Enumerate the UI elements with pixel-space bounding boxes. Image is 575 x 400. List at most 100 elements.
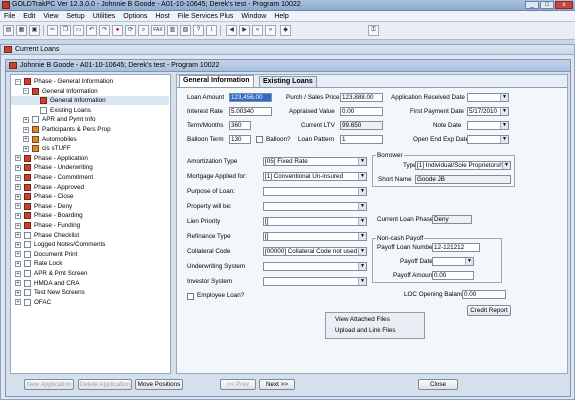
tree-item[interactable]: + Phase - Approved bbox=[11, 183, 169, 192]
interest-rate-input[interactable]: 5.00340 bbox=[229, 107, 272, 116]
refinance-type-select[interactable]: [] ▼ bbox=[263, 232, 367, 241]
expand-icon[interactable]: + bbox=[15, 222, 21, 229]
expand-icon[interactable]: + bbox=[15, 289, 21, 296]
prev-button[interactable]: << Prev bbox=[220, 379, 256, 390]
expand-icon[interactable]: + bbox=[23, 126, 29, 133]
tree-item[interactable]: + APR and Pymt Info bbox=[11, 115, 169, 124]
dropdown-arrow-icon[interactable]: ▼ bbox=[358, 248, 366, 255]
expand-icon[interactable]: + bbox=[15, 232, 21, 239]
next-button[interactable]: Next >> bbox=[259, 379, 295, 390]
menu-window[interactable]: Window bbox=[237, 11, 270, 21]
tree-item[interactable]: − General Information bbox=[11, 87, 169, 96]
dropdown-arrow-icon[interactable]: ▼ bbox=[358, 188, 366, 195]
expand-icon[interactable]: + bbox=[15, 299, 21, 306]
preview-icon[interactable]: ▦ bbox=[16, 25, 27, 36]
redo-icon[interactable]: ↷ bbox=[99, 25, 110, 36]
tree-item[interactable]: General Information bbox=[11, 96, 169, 106]
expand-icon[interactable]: + bbox=[15, 241, 21, 248]
expand-icon[interactable]: + bbox=[15, 174, 21, 181]
stop-icon[interactable]: ● bbox=[112, 25, 123, 36]
lien-priority-select[interactable]: [] ▼ bbox=[263, 217, 367, 226]
tree-item[interactable]: + Automobiles bbox=[11, 135, 169, 144]
tree-item[interactable]: + Document Print bbox=[11, 250, 169, 259]
dropdown-arrow-icon[interactable]: ▼ bbox=[358, 233, 366, 240]
copy-icon[interactable]: ❐ bbox=[60, 25, 71, 36]
menu-edit[interactable]: Edit bbox=[19, 11, 39, 21]
key-icon[interactable]: ⚿ bbox=[368, 25, 379, 36]
expand-icon[interactable]: + bbox=[15, 155, 21, 162]
dropdown-arrow-icon[interactable]: ▼ bbox=[358, 173, 366, 180]
expand-icon[interactable]: + bbox=[15, 193, 21, 200]
close-button[interactable]: Close bbox=[418, 379, 458, 390]
back-arrow-icon[interactable]: ◀ bbox=[226, 25, 237, 36]
note-date-picker[interactable]: ▼ bbox=[467, 121, 509, 130]
menu-host[interactable]: Host bbox=[151, 11, 173, 21]
refresh-icon[interactable]: ⟳ bbox=[125, 25, 136, 36]
loan-amount-input[interactable]: 123,456.00 bbox=[229, 93, 272, 102]
tree-item[interactable]: + Test New Screens bbox=[11, 288, 169, 297]
maximize-button[interactable]: □ bbox=[540, 1, 554, 9]
tree-item[interactable]: + Phase - Boarding bbox=[11, 211, 169, 220]
loan-pattern-input[interactable]: 1 bbox=[340, 135, 383, 144]
menu-view[interactable]: View bbox=[39, 11, 62, 21]
mortgage-applied-for-select[interactable]: [1] Conventional Un-insured ▼ bbox=[263, 172, 367, 181]
amortization-type-select[interactable]: [05] Fixed Rate ▼ bbox=[263, 157, 367, 166]
menu-options[interactable]: Options bbox=[119, 11, 151, 21]
tree-item[interactable]: − Phase - General Information bbox=[11, 77, 169, 86]
upload-and-link-files-item[interactable]: Upload and Link Files bbox=[335, 327, 396, 335]
dropdown-arrow-icon[interactable]: ▼ bbox=[500, 122, 508, 129]
expand-icon[interactable]: + bbox=[15, 280, 21, 287]
expand-icon[interactable]: + bbox=[15, 184, 21, 191]
fax-icon[interactable]: FAX bbox=[151, 25, 165, 36]
tree-item[interactable]: + HMDA and CRA bbox=[11, 279, 169, 288]
app-received-date-picker[interactable]: ▼ bbox=[467, 93, 509, 102]
underwriting-system-select[interactable]: ▼ bbox=[263, 262, 367, 271]
purch-sales-price-input[interactable]: 123,888.00 bbox=[340, 93, 383, 102]
tree-item[interactable]: + Rate Lock bbox=[11, 259, 169, 268]
payoff-loan-number-input[interactable]: 12-121212 bbox=[432, 243, 480, 252]
info-icon[interactable]: i bbox=[206, 25, 217, 36]
menu-setup[interactable]: Setup bbox=[62, 11, 88, 21]
payoff-amount-input[interactable]: 0.00 bbox=[432, 271, 474, 280]
tree-item[interactable]: + Participants & Pers Prop bbox=[11, 125, 169, 134]
tree-item[interactable]: + Phase - Commitment bbox=[11, 173, 169, 182]
collapse-icon[interactable]: − bbox=[23, 88, 29, 95]
tag-icon[interactable]: ◆ bbox=[280, 25, 291, 36]
tree-item[interactable]: + Phase - Close bbox=[11, 192, 169, 201]
balloon-checkbox[interactable] bbox=[256, 136, 263, 143]
term-months-input[interactable]: 360 bbox=[229, 121, 251, 130]
menu-help[interactable]: Help bbox=[270, 11, 292, 21]
cut-icon[interactable]: ✂ bbox=[47, 25, 58, 36]
tree-item[interactable]: + Phase - Deny bbox=[11, 202, 169, 211]
expand-icon[interactable]: + bbox=[23, 136, 29, 143]
expand-icon[interactable]: + bbox=[15, 164, 21, 171]
tree-item[interactable]: + Phase - Application bbox=[11, 154, 169, 163]
dropdown-arrow-icon[interactable]: ▼ bbox=[500, 136, 508, 143]
help-icon[interactable]: ? bbox=[193, 25, 204, 36]
tree-item[interactable]: Existing Loans bbox=[11, 106, 169, 115]
minimize-button[interactable]: _ bbox=[525, 1, 539, 9]
new-application-button[interactable]: New Application bbox=[24, 379, 74, 390]
calendar-icon[interactable]: ▥ bbox=[167, 25, 178, 36]
forward-arrow-icon[interactable]: ▶ bbox=[239, 25, 250, 36]
expand-icon[interactable]: + bbox=[15, 270, 21, 277]
tree-item[interactable]: + OFAC bbox=[11, 298, 169, 307]
search-icon[interactable]: ⌕ bbox=[138, 25, 149, 36]
employee-loan-checkbox[interactable] bbox=[187, 293, 194, 300]
double-back-icon[interactable]: « bbox=[252, 25, 263, 36]
print-icon[interactable]: ▤ bbox=[3, 25, 14, 36]
open-end-exp-date-picker[interactable]: ▼ bbox=[467, 135, 509, 144]
borrower-type-select[interactable]: [1] Individual/Sole Proprietorship ▼ bbox=[415, 161, 511, 170]
purpose-of-loan-select[interactable]: ▼ bbox=[263, 187, 367, 196]
collapse-icon[interactable]: − bbox=[15, 78, 21, 85]
expand-icon[interactable]: + bbox=[15, 212, 21, 219]
expand-icon[interactable]: + bbox=[15, 251, 21, 258]
chart-icon[interactable]: ▧ bbox=[180, 25, 191, 36]
undo-icon[interactable]: ↶ bbox=[86, 25, 97, 36]
close-window-button[interactable]: x bbox=[555, 1, 573, 9]
double-forward-icon[interactable]: » bbox=[265, 25, 276, 36]
appraised-value-input[interactable]: 0.00 bbox=[340, 107, 383, 116]
menu-utilities[interactable]: Utilities bbox=[89, 11, 120, 21]
dropdown-arrow-icon[interactable]: ▼ bbox=[358, 218, 366, 225]
investor-system-select[interactable]: ▼ bbox=[263, 277, 367, 286]
